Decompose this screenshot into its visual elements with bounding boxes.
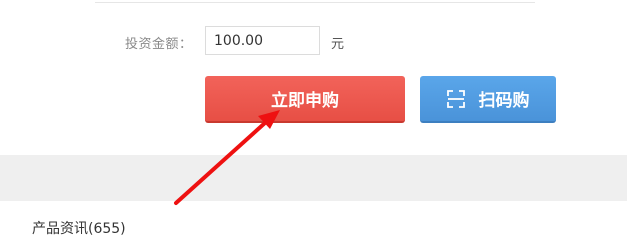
- scan-icon: [446, 89, 465, 108]
- scan-to-buy-button[interactable]: 扫码购: [420, 76, 556, 123]
- buy-now-label: 立即申购: [271, 91, 339, 111]
- amount-label: 投资金额：: [125, 37, 193, 52]
- unit-label: 元: [331, 37, 345, 52]
- product-news-title[interactable]: 产品资讯(655): [32, 222, 126, 236]
- scan-to-buy-label: 扫码购: [478, 91, 530, 111]
- section-separator: [0, 155, 627, 201]
- divider-line: [95, 2, 535, 3]
- buy-now-button[interactable]: 立即申购: [205, 76, 405, 123]
- amount-input[interactable]: [205, 26, 320, 55]
